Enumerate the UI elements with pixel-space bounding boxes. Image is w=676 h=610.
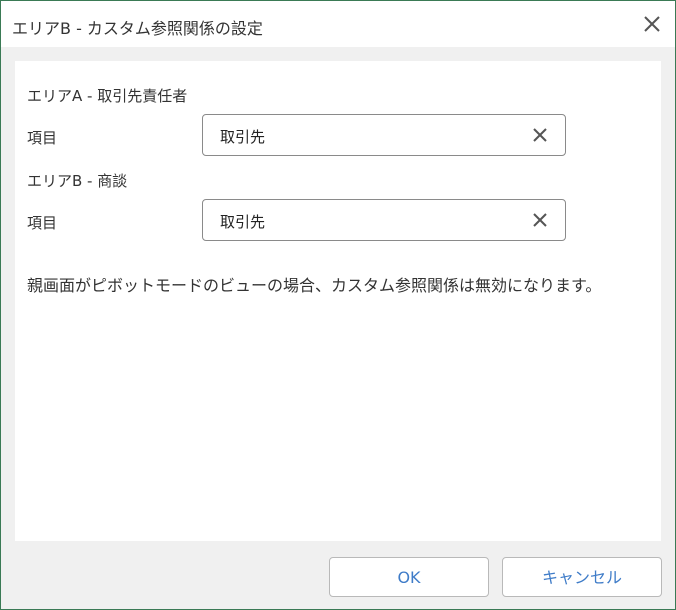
dialog-content: エリアA - 取引先責任者 項目 取引先 エリアB - 商談 項目 取引先 親画… bbox=[15, 61, 661, 541]
close-icon bbox=[644, 16, 660, 32]
cancel-button[interactable]: キャンセル bbox=[502, 557, 662, 597]
area-a-field-value: 取引先 bbox=[220, 128, 266, 146]
clear-icon bbox=[533, 128, 547, 142]
close-button[interactable] bbox=[641, 13, 663, 35]
dialog-titlebar: エリアB - カスタム参照関係の設定 bbox=[1, 1, 675, 47]
area-b-field-select[interactable]: 取引先 bbox=[202, 199, 566, 241]
dialog: エリアB - カスタム参照関係の設定 エリアA - 取引先責任者 項目 取引先 … bbox=[0, 0, 676, 610]
dialog-title: エリアB - カスタム参照関係の設定 bbox=[12, 19, 263, 38]
ok-button[interactable]: OK bbox=[329, 557, 489, 597]
clear-icon bbox=[533, 213, 547, 227]
area-b-clear-button[interactable] bbox=[531, 211, 549, 229]
area-b-field-value: 取引先 bbox=[220, 213, 266, 231]
area-a-field-select[interactable]: 取引先 bbox=[202, 114, 566, 156]
area-a-heading: エリアA - 取引先責任者 bbox=[27, 87, 188, 105]
area-b-field-label: 項目 bbox=[27, 214, 58, 232]
pivot-mode-notice: 親画面がピボットモードのビューの場合、カスタム参照関係は無効になります。 bbox=[27, 276, 602, 295]
area-b-heading: エリアB - 商談 bbox=[27, 172, 128, 190]
area-a-field-label: 項目 bbox=[27, 129, 58, 147]
area-a-clear-button[interactable] bbox=[531, 126, 549, 144]
